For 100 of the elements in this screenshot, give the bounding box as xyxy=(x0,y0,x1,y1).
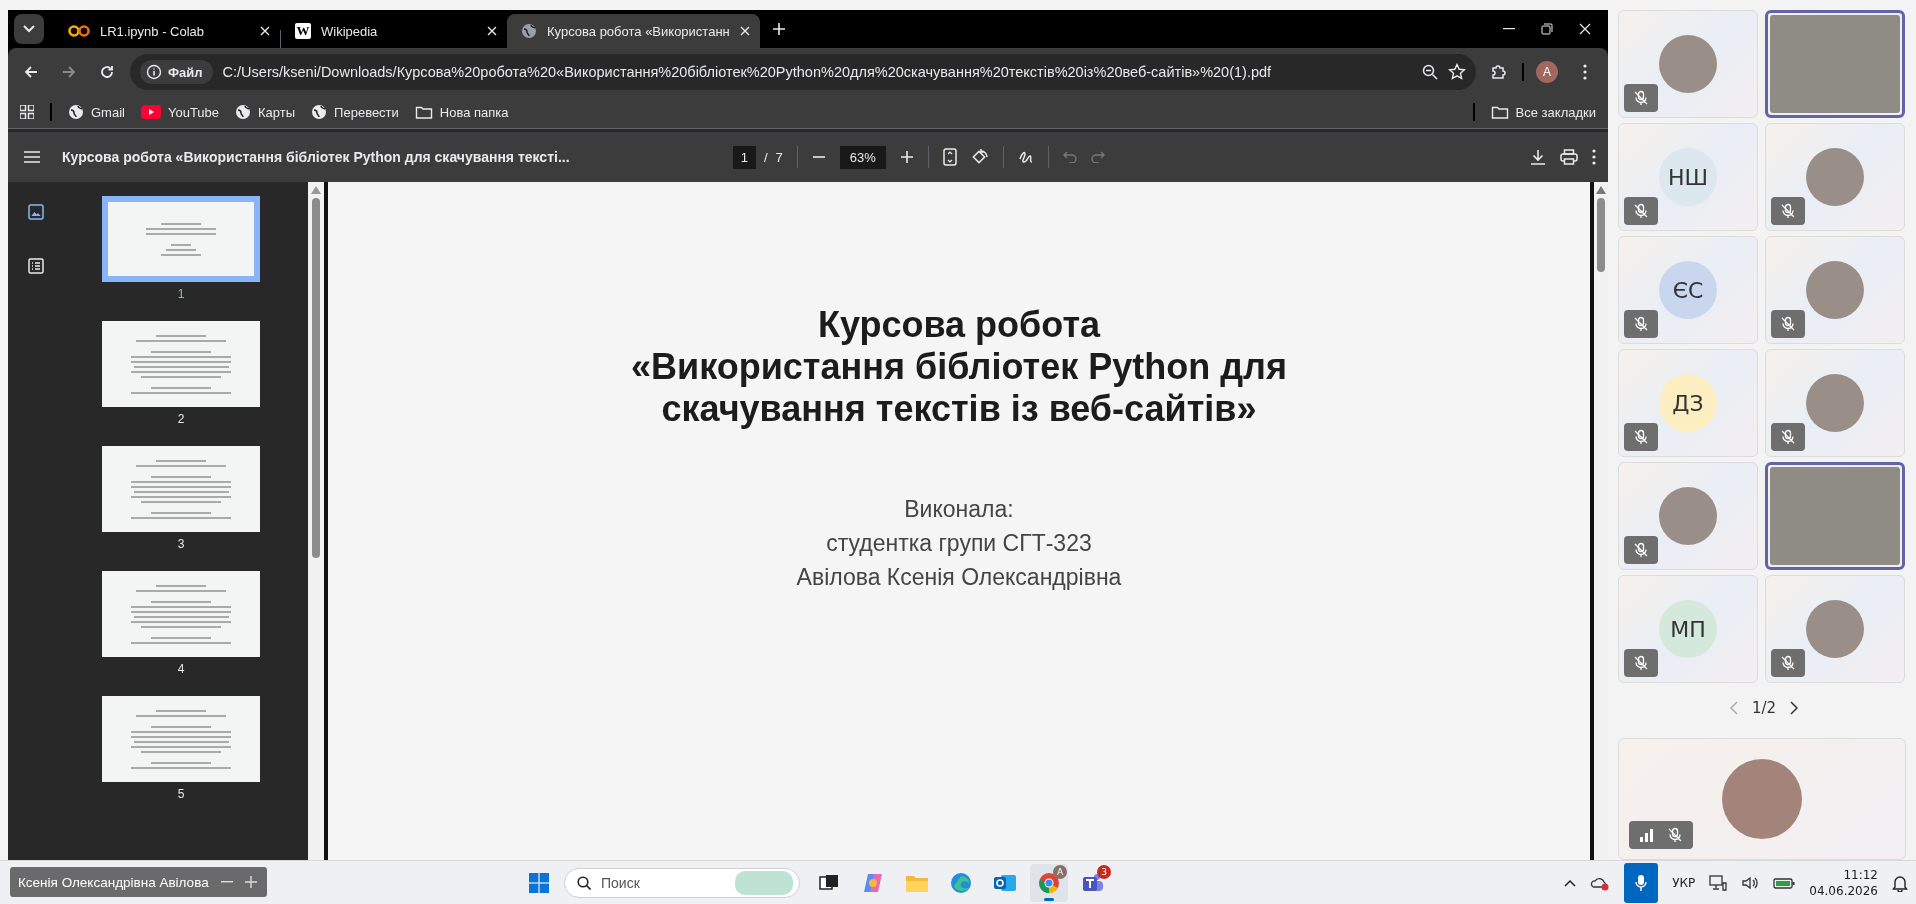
puzzle-icon xyxy=(1491,64,1507,80)
edge-icon xyxy=(950,872,972,894)
muted-mic-icon xyxy=(1633,316,1649,332)
avatar-circle xyxy=(1806,600,1864,658)
url-text[interactable]: C:/Users/kseni/Downloads/Курсова%20робота%20«Використання%20бібліотек%20Python%20для%20скачування%20текстів%20із%20веб-сайтів»%20(1).pdf xyxy=(222,64,1412,80)
signal-bars-icon xyxy=(1639,828,1653,842)
avatar-circle xyxy=(1659,487,1717,545)
initials-avatar: МП xyxy=(1659,600,1717,658)
document-heading-line: скачування текстів із веб-сайтів» xyxy=(661,388,1257,430)
page-indicator: 1/2 xyxy=(1751,699,1777,718)
document-heading-line: «Використання бібліотек Python для xyxy=(631,346,1287,388)
profile-avatar[interactable]: A xyxy=(1536,61,1558,83)
print-icon[interactable] xyxy=(1560,149,1578,165)
folder-icon xyxy=(905,873,929,893)
page-thumbnail[interactable] xyxy=(102,321,260,407)
browser-tab[interactable]: W Wikipedia xyxy=(281,14,507,48)
taskbar-app[interactable]: A xyxy=(1030,864,1068,902)
play-logo-icon xyxy=(140,105,161,119)
microphone-button[interactable] xyxy=(1624,863,1659,903)
bookmark-item[interactable]: Карты xyxy=(235,104,296,120)
muted-mic-icon xyxy=(1780,429,1796,445)
avatar-circle xyxy=(1659,35,1717,93)
battery-icon[interactable] xyxy=(1773,876,1796,890)
browser-tab[interactable]: Курсова робота «Використанн xyxy=(507,14,760,48)
star-icon[interactable] xyxy=(1448,63,1466,81)
page-thumbnail[interactable] xyxy=(102,196,260,282)
fit-page-icon[interactable] xyxy=(942,148,957,166)
bookmark-item[interactable]: Gmail xyxy=(68,104,125,120)
search-box[interactable]: Поиск xyxy=(564,868,800,898)
participant-tile[interactable]: НШ xyxy=(1618,123,1758,231)
initials-avatar: НШ xyxy=(1659,148,1717,206)
download-icon[interactable] xyxy=(1530,149,1546,165)
windows-logo-icon xyxy=(529,873,549,893)
chevron-up-icon[interactable] xyxy=(1564,879,1577,887)
site-info-chip[interactable]: Файл xyxy=(140,60,213,84)
search-field[interactable]: Поиск xyxy=(599,874,727,892)
volume-icon[interactable] xyxy=(1741,875,1760,891)
zoom-field[interactable]: 63% xyxy=(839,145,886,169)
close-icon[interactable] xyxy=(487,26,497,36)
rotate-icon[interactable] xyxy=(970,148,989,166)
draw-icon[interactable] xyxy=(1017,149,1034,165)
scroll-up-icon xyxy=(311,186,321,194)
bookmark-item[interactable]: YouTube xyxy=(140,104,220,120)
participant-tile[interactable]: МП xyxy=(1618,575,1758,683)
apps-grid-icon[interactable] xyxy=(20,105,34,119)
list-icon xyxy=(28,258,44,274)
network-icon[interactable] xyxy=(1709,875,1728,891)
clock[interactable]: 11:12 04.06.2026 xyxy=(1809,867,1878,899)
menu-icon xyxy=(24,151,40,163)
globe-icon xyxy=(68,104,84,120)
page-thumbnail[interactable] xyxy=(102,571,260,657)
image-icon xyxy=(28,204,44,220)
page-number-label: 4 xyxy=(177,662,185,676)
mail-app-icon xyxy=(993,872,1017,894)
language-indicator[interactable]: УКР xyxy=(1672,876,1696,890)
page-thumbnail[interactable] xyxy=(102,446,260,532)
sidebar-menu-button[interactable] xyxy=(24,151,40,163)
next-page-icon[interactable] xyxy=(1790,701,1799,716)
redo-icon[interactable] xyxy=(1090,151,1105,163)
zoom-icon[interactable] xyxy=(1422,64,1438,80)
scrollbar[interactable] xyxy=(1594,182,1608,860)
bookmark-item[interactable]: Перевести xyxy=(311,104,399,120)
minus-icon[interactable] xyxy=(220,881,233,883)
muted-mic-icon xyxy=(1633,90,1649,106)
plus-icon[interactable] xyxy=(244,876,257,888)
close-icon[interactable] xyxy=(260,26,270,36)
more-vertical-icon[interactable] xyxy=(1592,149,1596,165)
scrollbar-thumb[interactable] xyxy=(312,198,320,558)
browser-tab[interactable]: LR1.ipynb - Colab xyxy=(54,14,280,48)
taskbar-app[interactable]: 3 xyxy=(1074,864,1112,902)
bookmark-item[interactable]: Нова папка xyxy=(414,104,509,120)
wiki-logo-icon: W xyxy=(295,23,311,39)
minimize-icon xyxy=(1503,28,1515,30)
close-icon[interactable] xyxy=(739,26,750,36)
author-line: Виконала: xyxy=(904,495,1014,524)
undo-icon[interactable] xyxy=(1062,151,1077,163)
globe-icon xyxy=(521,23,537,39)
avatar-circle xyxy=(1806,261,1864,319)
globe-icon xyxy=(235,104,252,120)
cloud-error-icon[interactable] xyxy=(1590,875,1611,891)
all-bookmarks-button[interactable]: Все закладки xyxy=(1490,104,1596,120)
author-line: Авілова Ксенія Олександрівна xyxy=(796,563,1122,592)
bell-icon[interactable] xyxy=(1892,874,1908,892)
scrollbar-thumb[interactable] xyxy=(1597,198,1605,272)
page-thumbnail[interactable] xyxy=(102,696,260,782)
muted-mic-icon xyxy=(1633,655,1649,671)
date-text: 04.06.2026 xyxy=(1809,883,1878,899)
participant-tile[interactable]: ДЗ xyxy=(1618,349,1758,457)
scrollbar[interactable] xyxy=(308,182,324,860)
tab-search-button[interactable] xyxy=(14,14,44,44)
chevron-down-icon xyxy=(23,25,35,33)
time-text: 11:12 xyxy=(1843,867,1878,883)
address-bar[interactable]: Файл C:/Users/kseni/Downloads/Курсова%20робота%20«Використання%20бібліотек%20Python%20для%20скачування%20текстів%20із%20веб-сайтів»%20(1).pdf xyxy=(130,54,1476,90)
zoom-in-icon[interactable] xyxy=(899,150,914,164)
page-separator: / xyxy=(763,149,768,165)
person-name: Ксенія Олександрівна Авілова xyxy=(18,874,209,890)
author-line: студентка групи СГТ-323 xyxy=(826,529,1092,558)
reload-icon xyxy=(100,65,114,79)
participant-tile[interactable]: ЄС xyxy=(1618,236,1758,344)
page-number-field[interactable]: 1 xyxy=(732,145,756,169)
